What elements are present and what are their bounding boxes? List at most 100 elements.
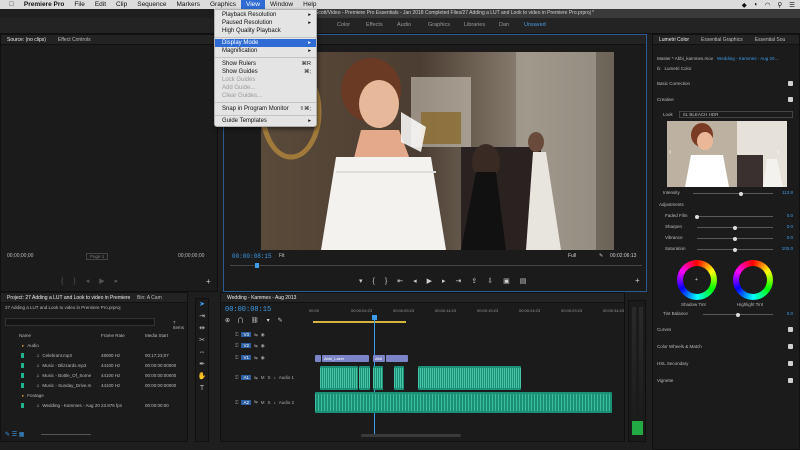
faded-film-slider[interactable]: [695, 214, 773, 219]
tint-balance-slider-knob[interactable]: [736, 312, 740, 317]
saturation-slider[interactable]: [697, 247, 773, 252]
menu-markers[interactable]: Markers: [172, 0, 205, 9]
wrench-icon[interactable]: ✎: [599, 253, 603, 259]
tint-balance-slider[interactable]: [703, 312, 773, 317]
tint-balance-value[interactable]: 0.0: [787, 311, 793, 316]
workspace-graphics[interactable]: Graphics: [428, 22, 450, 28]
column-media-start[interactable]: Media Start: [145, 333, 168, 338]
column-name[interactable]: Name: [19, 333, 31, 338]
marker-icon[interactable]: ▾: [267, 317, 270, 324]
playhead-handle[interactable]: [372, 315, 377, 320]
audio-clip[interactable]: [315, 392, 612, 413]
sequence-clip-label[interactable]: Wedding - Kammes - Aug 20...: [717, 56, 778, 61]
track-id[interactable]: V2: [241, 343, 251, 348]
lock-icon[interactable]: ⚿: [235, 343, 238, 348]
list-item[interactable]: ♫ Music - Sunday_Drive.m 44100 Hz 00:00:00:…: [21, 381, 187, 390]
menu-view[interactable]: View: [241, 0, 265, 9]
section-color-wheels[interactable]: Color Wheels & Match: [657, 344, 702, 349]
play-icon[interactable]: ▶: [99, 277, 104, 285]
sharpen-slider-knob[interactable]: [733, 225, 737, 230]
faded-film-slider-knob[interactable]: [695, 214, 699, 219]
sync-lock-icon[interactable]: ⇋: [254, 355, 258, 361]
menu-item-show-guides[interactable]: Show Guides ⌘;: [215, 68, 316, 76]
look-next-icon[interactable]: ›: [777, 149, 779, 156]
menu-list-icon[interactable]: ☰: [789, 1, 795, 9]
fit-select[interactable]: Fit: [279, 253, 285, 259]
add-button-icon[interactable]: +: [635, 276, 640, 285]
section-creative[interactable]: Creative: [657, 97, 674, 102]
razor-tool-icon[interactable]: ✂: [196, 335, 208, 347]
mute-icon[interactable]: M: [261, 400, 265, 405]
curves-checkbox[interactable]: [788, 327, 793, 332]
menu-item-magnification[interactable]: Magnification ▸: [215, 47, 316, 55]
hsl-secondary-checkbox[interactable]: [788, 361, 793, 366]
slip-tool-icon[interactable]: ⇔: [196, 347, 208, 359]
look-prev-icon[interactable]: ‹: [669, 149, 671, 156]
highlight-tint-wheel[interactable]: [733, 260, 773, 300]
tab-essential-graphics[interactable]: Essential Graphics: [695, 37, 749, 43]
audio-clip[interactable]: [359, 366, 370, 390]
eye-icon[interactable]: ◉: [261, 332, 265, 338]
list-item[interactable]: ▸ Footage: [21, 391, 187, 400]
track-header-a1[interactable]: ⚿ A1 ⇋ M S ♪ Audio 1: [221, 365, 313, 390]
go-to-out-icon[interactable]: ⇥: [456, 277, 462, 285]
linked-selection-icon[interactable]: ⛓: [251, 317, 259, 324]
timeline-timecode[interactable]: 00:00:08:15: [225, 306, 271, 314]
menu-premiere-pro[interactable]: Premiere Pro: [19, 0, 69, 9]
menu-graphics[interactable]: Graphics: [205, 0, 241, 9]
tab-essential-sound[interactable]: Essential Sou: [749, 37, 792, 43]
menu-item-snap-in-program-monitor[interactable]: Snap in Program Monitor ⇧⌘;: [215, 105, 316, 113]
menu-file[interactable]: File: [69, 0, 89, 9]
audio-clip[interactable]: [418, 366, 521, 390]
track-header-v2[interactable]: ⚿ V2 ⇋ ◉: [221, 340, 313, 351]
program-scrubber[interactable]: [230, 265, 642, 266]
menu-item-guide-templates[interactable]: Guide Templates ▸: [215, 117, 316, 125]
list-item[interactable]: ▸ Audio: [21, 341, 187, 350]
workspace-audio[interactable]: Audio: [397, 22, 411, 28]
section-curves[interactable]: Curves: [657, 327, 671, 332]
mark-in-icon[interactable]: {: [61, 278, 63, 285]
section-basic-correction[interactable]: Basic Correction: [657, 81, 690, 86]
menu-item-high-quality-playback[interactable]: High Quality Playback: [215, 27, 316, 35]
workspace-color[interactable]: Color: [337, 22, 350, 28]
solo-icon[interactable]: S: [267, 400, 270, 405]
look-select[interactable]: SL BLEACH HDR: [678, 111, 793, 118]
menu-item-show-rulers[interactable]: Show Rulers ⌘R: [215, 60, 316, 68]
list-item[interactable]: ♫ Celebrant.mp3 48000 Hz 00;17;23;07: [21, 351, 187, 360]
go-to-in-icon[interactable]: ⇤: [397, 277, 403, 285]
saturation-slider-knob[interactable]: [733, 247, 737, 252]
audio-clip[interactable]: [373, 366, 383, 390]
tab-project[interactable]: Project: 27 Adding a LUT and Look to vid…: [1, 295, 131, 301]
shadow-tint-wheel[interactable]: +: [677, 260, 717, 300]
lock-icon[interactable]: ⚿: [235, 400, 238, 405]
video-clip[interactable]: [315, 355, 321, 362]
video-clip[interactable]: Abbi_Lazer: [322, 355, 369, 362]
menu-window[interactable]: Window: [265, 0, 298, 9]
basic-correction-checkbox[interactable]: [788, 81, 793, 86]
lift-icon[interactable]: ⇪: [471, 277, 477, 285]
lock-icon[interactable]: ⚿: [235, 332, 238, 337]
snap-icon[interactable]: ⋂: [238, 317, 243, 324]
mark-out-icon[interactable]: }: [385, 278, 387, 285]
menu-clip[interactable]: Clip: [111, 0, 132, 9]
play-icon[interactable]: ▶: [427, 277, 432, 285]
effect-select[interactable]: Lumetri Color: [665, 66, 692, 71]
volume-icon[interactable]: ◖: [754, 1, 758, 8]
list-view-icon[interactable]: ✎ ☰ ▦: [5, 431, 24, 438]
audio-clip[interactable]: [320, 366, 358, 390]
sharpen-slider[interactable]: [697, 225, 773, 230]
sync-lock-icon[interactable]: ⇋: [254, 332, 258, 338]
intensity-slider[interactable]: [693, 191, 773, 196]
hand-tool-icon[interactable]: ✋: [196, 371, 208, 383]
section-adjustments[interactable]: Adjustments: [659, 202, 684, 207]
tab-source[interactable]: Source: (no clips): [1, 37, 52, 43]
mic-icon[interactable]: ♪: [274, 400, 276, 405]
compare-icon[interactable]: ▤: [520, 277, 527, 285]
mic-icon[interactable]: ♪: [274, 375, 276, 380]
menu-help[interactable]: Help: [298, 0, 321, 9]
step-back-icon[interactable]: ◂: [86, 277, 90, 285]
search-icon[interactable]: ⚲: [777, 1, 782, 9]
menu-edit[interactable]: Edit: [90, 0, 111, 9]
type-tool-icon[interactable]: T: [196, 383, 208, 395]
apple-icon[interactable]: : [4, 0, 19, 9]
